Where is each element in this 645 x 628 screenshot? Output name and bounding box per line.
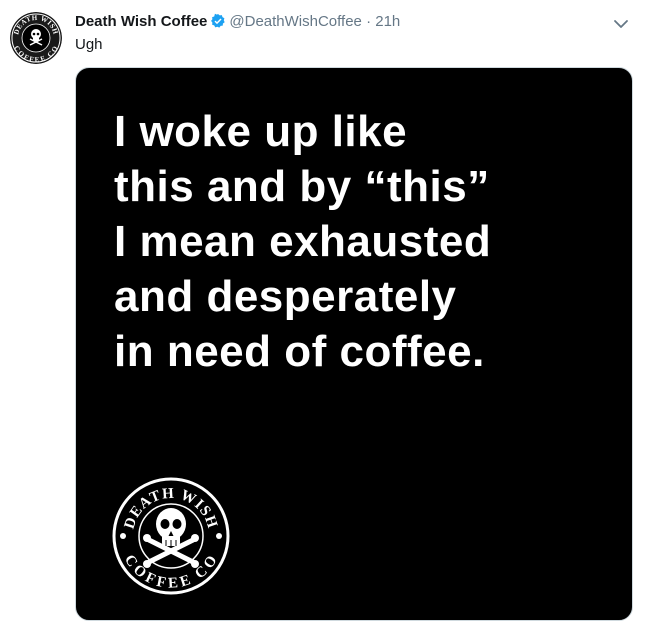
author-name[interactable]: Death Wish Coffee	[75, 13, 207, 30]
avatar[interactable]: DEATH WISH COFFEE CO	[10, 12, 62, 64]
chevron-down-icon[interactable]	[611, 14, 631, 34]
tweet-text: Ugh	[75, 36, 103, 53]
quote-line: in need of coffee.	[114, 327, 485, 376]
quote-line: this and by “this”	[114, 162, 490, 211]
tweet-timestamp[interactable]: 21h	[375, 13, 400, 30]
brand-logo: DEATH WISH COFFEE CO	[112, 477, 230, 595]
quote-line: and desperately	[114, 272, 457, 321]
quote-line: I woke up like	[114, 107, 408, 156]
author-handle[interactable]: @DeathWishCoffee	[229, 13, 362, 30]
tweet-image[interactable]: I woke up like this and by “this” I mean…	[75, 67, 633, 621]
verified-badge-icon	[211, 13, 226, 28]
image-quote: I woke up like this and by “this” I mean…	[114, 104, 491, 379]
tweet-header: Death Wish Coffee @DeathWishCoffee · 21h	[75, 12, 400, 32]
separator-dot: ·	[366, 13, 372, 30]
quote-line: I mean exhausted	[114, 217, 492, 266]
